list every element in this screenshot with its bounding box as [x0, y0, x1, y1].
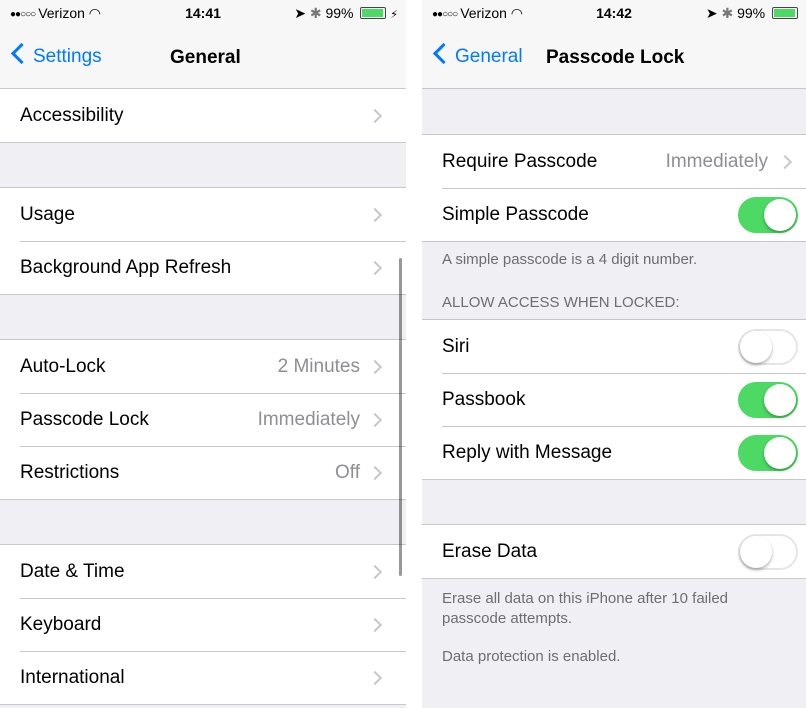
row-auto-lock[interactable]: Auto-Lock 2 Minutes	[0, 340, 406, 393]
row-label: Background App Refresh	[20, 256, 232, 278]
row-label: Passcode Lock	[20, 408, 149, 430]
row-value: 2 Minutes	[277, 355, 360, 377]
row-label: Simple Passcode	[442, 203, 589, 225]
simple-passcode-footer: A simple passcode is a 4 digit number.	[442, 251, 698, 268]
reply-with-message-toggle[interactable]	[738, 434, 798, 471]
row-simple-passcode: Simple Passcode	[422, 188, 806, 241]
general-settings-screen: ●●○○○ Verizon ◠ 14:41 ➤ ✱ 99% ⚡ Settings …	[0, 0, 406, 708]
disclosure-chevron-icon	[367, 260, 383, 275]
page-title: General	[170, 47, 241, 68]
back-button[interactable]: General	[430, 42, 523, 68]
row-label: Passbook	[442, 388, 526, 410]
scrollbar[interactable]	[399, 258, 402, 576]
row-label: Require Passcode	[442, 150, 598, 172]
erase-data-footer: Erase all data on this iPhone after 10 f…	[442, 590, 729, 627]
row-keyboard[interactable]: Keyboard	[0, 598, 406, 651]
passcode-lock-screen: ●●○○○ Verizon ◠ 14:42 ➤ ✱ 99% General Pas…	[422, 0, 806, 708]
row-erase-data: Erase Data	[422, 525, 806, 578]
disclosure-chevron-icon	[367, 617, 383, 632]
battery-percent: 99%	[325, 5, 354, 21]
disclosure-chevron-icon	[777, 154, 793, 169]
disclosure-chevron-icon	[367, 207, 383, 222]
disclosure-chevron-icon	[367, 108, 383, 123]
allow-access-header: ALLOW ACCESS WHEN LOCKED:	[442, 294, 680, 311]
disclosure-chevron-icon	[367, 412, 383, 427]
row-reply-with-message: Reply with Message	[422, 426, 806, 479]
disclosure-chevron-icon	[367, 670, 383, 685]
settings-group: Auto-Lock 2 Minutes Passcode Lock Immedi…	[0, 339, 406, 500]
back-chevron-icon	[10, 42, 33, 65]
row-label: Date & Time	[20, 560, 125, 582]
status-bar: ●●○○○ Verizon ◠ 14:42 ➤ ✱ 99%	[422, 0, 806, 24]
erase-data-toggle[interactable]	[738, 533, 798, 570]
back-label: Settings	[33, 46, 102, 67]
row-label: Accessibility	[20, 104, 124, 126]
row-usage[interactable]: Usage	[0, 188, 406, 241]
battery-icon	[360, 7, 387, 19]
row-label: Keyboard	[20, 613, 102, 635]
disclosure-chevron-icon	[367, 564, 383, 579]
settings-group: Date & Time Keyboard International	[0, 544, 406, 705]
battery-percent: 99%	[737, 5, 766, 21]
row-label: Siri	[442, 335, 470, 357]
row-value: Immediately	[665, 150, 768, 172]
charging-icon: ⚡	[390, 9, 398, 21]
row-label: Reply with Message	[442, 441, 613, 463]
data-protection-footer: Data protection is enabled.	[442, 648, 621, 665]
row-label: Erase Data	[442, 540, 538, 562]
disclosure-chevron-icon	[367, 359, 383, 374]
nav-bar: General Passcode Lock	[422, 24, 806, 89]
row-require-passcode[interactable]: Require Passcode Immediately	[422, 135, 806, 188]
settings-group: Usage Background App Refresh	[0, 187, 406, 295]
passbook-toggle[interactable]	[738, 381, 798, 418]
page-title: Passcode Lock	[546, 47, 685, 68]
settings-list: Accessibility Usage Background App Refre…	[0, 89, 406, 708]
nav-bar: Settings General	[0, 24, 406, 89]
row-value: Off	[335, 461, 360, 483]
row-accessibility[interactable]: Accessibility	[0, 89, 406, 142]
row-international[interactable]: International	[0, 651, 406, 704]
settings-group: Erase Data	[422, 524, 806, 579]
row-label: Restrictions	[20, 461, 120, 483]
row-label: Usage	[20, 203, 75, 225]
row-label: Auto-Lock	[20, 355, 106, 377]
divider	[406, 0, 422, 708]
bluetooth-icon: ✱	[309, 5, 322, 21]
status-right: ➤ ✱ 99%	[706, 5, 798, 22]
row-background-app-refresh[interactable]: Background App Refresh	[0, 241, 406, 294]
location-arrow-icon: ➤	[705, 5, 718, 21]
back-label: General	[455, 46, 523, 67]
row-value: Immediately	[257, 408, 360, 430]
disclosure-chevron-icon	[367, 465, 383, 480]
settings-group: Siri Passbook Reply with Message	[422, 319, 806, 480]
simple-passcode-toggle[interactable]	[738, 196, 798, 233]
back-button[interactable]: Settings	[8, 42, 102, 68]
location-arrow-icon: ➤	[294, 5, 306, 21]
settings-group: Require Passcode Immediately Simple Pass…	[422, 134, 806, 242]
status-bar: ●●○○○ Verizon ◠ 14:41 ➤ ✱ 99% ⚡	[0, 0, 406, 24]
passcode-settings-list: Require Passcode Immediately Simple Pass…	[422, 89, 806, 708]
back-chevron-icon	[432, 42, 455, 65]
row-passcode-lock[interactable]: Passcode Lock Immediately	[0, 393, 406, 446]
settings-group: Accessibility	[0, 89, 406, 143]
row-date-time[interactable]: Date & Time	[0, 545, 406, 598]
bluetooth-icon: ✱	[721, 5, 734, 21]
row-passbook: Passbook	[422, 373, 806, 426]
row-restrictions[interactable]: Restrictions Off	[0, 446, 406, 499]
siri-toggle[interactable]	[738, 328, 798, 365]
battery-icon	[772, 7, 798, 19]
row-siri: Siri	[422, 320, 806, 373]
row-label: International	[20, 666, 125, 688]
status-right: ➤ ✱ 99% ⚡	[294, 5, 398, 22]
